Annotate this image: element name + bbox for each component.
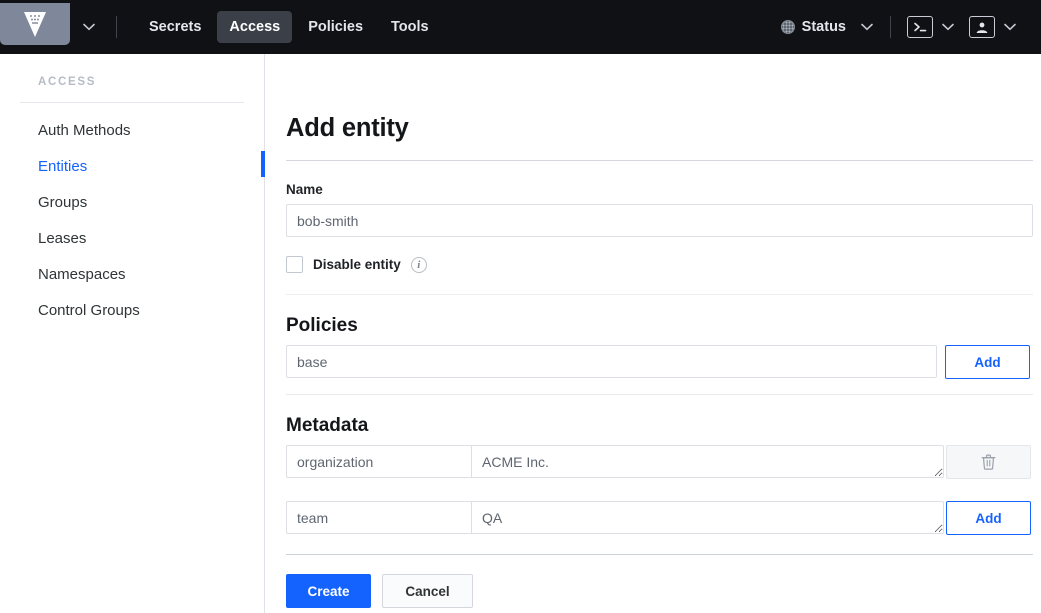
chevron-down-icon — [1004, 23, 1016, 31]
sidebar-item-label: Control Groups — [38, 302, 140, 319]
delete-metadata-row-button[interactable] — [946, 445, 1031, 479]
form-footer-divider — [286, 554, 1033, 555]
cancel-button[interactable]: Cancel — [382, 574, 473, 608]
disable-entity-label: Disable entity — [313, 257, 401, 272]
nav-item-tools[interactable]: Tools — [379, 11, 441, 43]
navbar-divider — [116, 16, 117, 38]
metadata-row: ACME Inc. — [286, 445, 1033, 479]
sidebar-item-entities[interactable]: Entities — [0, 149, 265, 185]
policies-row: Add — [286, 345, 1033, 379]
vault-logo-icon — [24, 12, 46, 37]
top-navbar: Secrets Access Policies Tools Status — [0, 0, 1041, 54]
console-toggle-button[interactable] — [907, 16, 933, 38]
name-section-divider — [286, 294, 1033, 295]
status-menu-button[interactable]: Status — [775, 14, 852, 40]
disable-entity-row: Disable entity i — [286, 256, 1033, 273]
sidebar-nav-list: Auth Methods Entities Groups Leases Name… — [0, 103, 265, 329]
chevron-down-icon — [861, 23, 873, 31]
nav-item-access[interactable]: Access — [217, 11, 293, 43]
sidebar-item-control-groups[interactable]: Control Groups — [0, 293, 264, 329]
sidebar-item-namespaces[interactable]: Namespaces — [0, 257, 264, 293]
vault-logo[interactable] — [0, 3, 70, 45]
name-field-label: Name — [286, 182, 323, 197]
user-chevron-button[interactable] — [997, 7, 1023, 47]
terminal-icon — [913, 22, 926, 32]
navbar-right-group: Status — [775, 7, 1041, 47]
nav-item-policies[interactable]: Policies — [296, 11, 375, 43]
name-input[interactable] — [286, 204, 1033, 237]
create-button[interactable]: Create — [286, 574, 371, 608]
status-label: Status — [801, 19, 846, 35]
chevron-down-icon — [83, 23, 95, 31]
page-title: Add entity — [286, 114, 409, 142]
main-content: Add entity Name Disable entity i Policie… — [265, 54, 1041, 613]
sidebar-item-leases[interactable]: Leases — [0, 221, 264, 257]
namespace-picker-button[interactable] — [70, 0, 108, 54]
user-menu-button[interactable] — [969, 16, 995, 38]
policies-input[interactable] — [286, 345, 937, 378]
sidebar-item-label: Entities — [38, 158, 88, 175]
metadata-row: QA Add — [286, 501, 1033, 535]
user-avatar-icon — [976, 22, 988, 33]
metadata-value-input[interactable]: ACME Inc. — [472, 445, 944, 478]
navbar-menu: Secrets Access Policies Tools — [137, 11, 441, 43]
policies-section-title: Policies — [286, 315, 358, 336]
metadata-key-input[interactable] — [286, 445, 472, 478]
sidebar-item-groups[interactable]: Groups — [0, 185, 264, 221]
sidebar-item-label: Leases — [38, 230, 87, 247]
navbar-divider-right — [890, 16, 891, 38]
sidebar-item-auth-methods[interactable]: Auth Methods — [0, 113, 264, 149]
sidebar-item-label: Auth Methods — [38, 122, 131, 139]
add-metadata-row-button[interactable]: Add — [946, 501, 1031, 535]
status-indicator-icon — [780, 20, 795, 34]
trash-icon — [981, 454, 996, 470]
policies-section-divider — [286, 394, 1033, 395]
title-divider — [286, 160, 1033, 161]
sidebar-item-label: Groups — [38, 194, 88, 211]
nav-item-secrets[interactable]: Secrets — [137, 11, 213, 43]
form-actions: Create Cancel — [286, 574, 1033, 608]
sidebar: ACCESS Auth Methods Entities Groups Leas… — [0, 54, 265, 613]
metadata-section-title: Metadata — [286, 415, 369, 436]
add-policy-button[interactable]: Add — [945, 345, 1030, 379]
sidebar-header: ACCESS — [20, 54, 244, 103]
console-chevron-button[interactable] — [935, 7, 961, 47]
sidebar-item-label: Namespaces — [38, 266, 126, 283]
metadata-key-input[interactable] — [286, 501, 472, 534]
chevron-down-icon — [942, 23, 954, 31]
disable-entity-checkbox[interactable] — [286, 256, 303, 273]
status-chevron-button[interactable] — [854, 7, 880, 47]
metadata-value-input[interactable]: QA — [472, 501, 944, 534]
info-icon[interactable]: i — [410, 256, 427, 273]
